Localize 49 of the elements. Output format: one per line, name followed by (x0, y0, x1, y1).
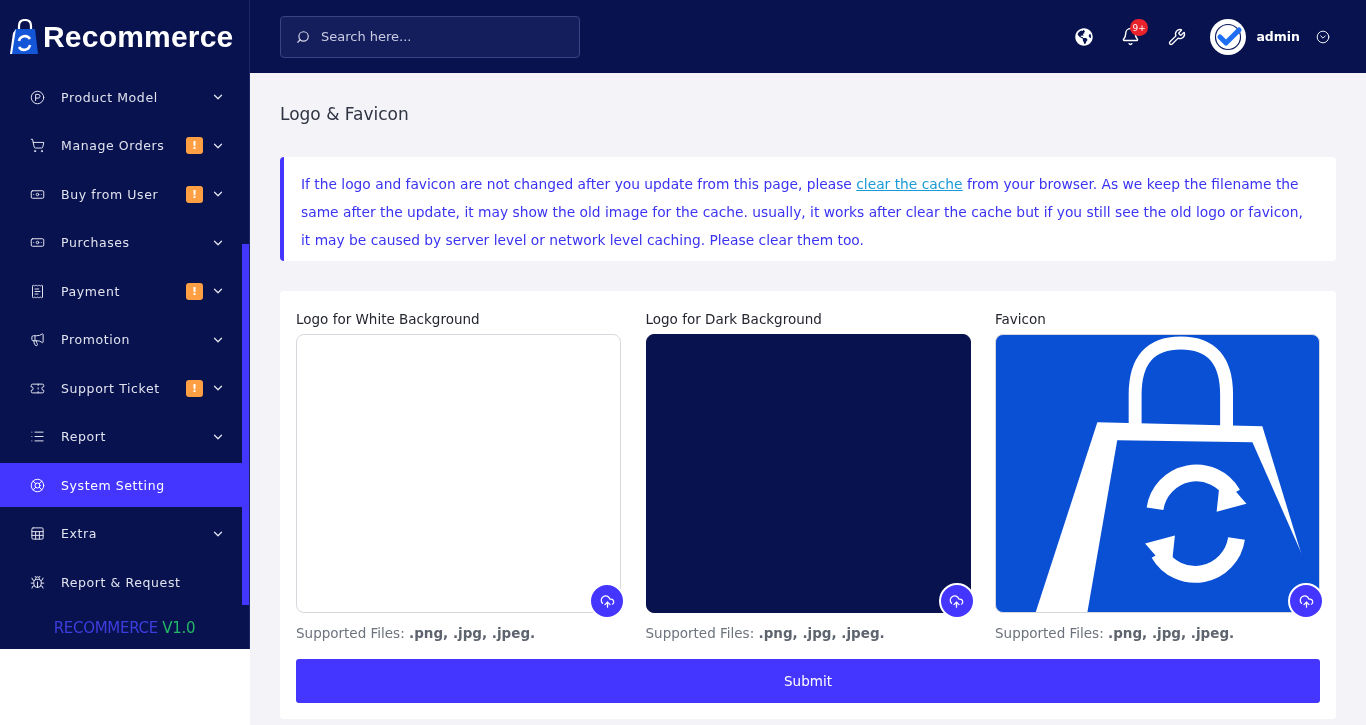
sidebar-item[interactable]: Product Model (0, 75, 242, 119)
parking-sign-icon (30, 89, 45, 105)
wrench-icon[interactable] (1168, 27, 1187, 46)
sidebar-item[interactable]: Buy from User ! (0, 172, 242, 216)
sidebar-item[interactable]: Purchases (0, 220, 242, 265)
file-hint: Supported Files: .png, .jpg, .jpeg. (296, 624, 537, 642)
alert-badge: ! (186, 185, 203, 203)
sidebar-item[interactable]: System Setting (0, 463, 242, 507)
cloud-upload-icon (949, 593, 964, 609)
field-label: Logo for White Background (296, 310, 481, 328)
sidebar-item[interactable]: Manage Orders ! (0, 123, 242, 168)
submit-button[interactable]: Submit (296, 659, 1320, 703)
lifebuoy-icon (30, 477, 45, 493)
brand-name: Recommerce (43, 19, 234, 54)
alert-badge: ! (186, 282, 203, 300)
sidebar-item[interactable]: Extra (0, 511, 242, 556)
search-icon (296, 29, 310, 44)
table-icon (30, 526, 45, 541)
cloud-upload-icon (599, 593, 615, 609)
shopping-bag-icon (9, 18, 39, 55)
bug-icon (30, 574, 45, 590)
globe-icon[interactable] (1075, 27, 1094, 46)
notice-text: If the logo and favicon are not changed after you update from this page, please clear the cache from your browser. As we keep the filename the same after the update, it may show the old image for the cache. usually, it works after clear the cache but if you still see the old logo or favicon, it may be caused by server level or network level caching. Please clear them too. (301, 175, 1304, 250)
ticket-icon (30, 380, 45, 396)
search-field[interactable]: Search here... (280, 15, 580, 58)
receipt-icon (30, 283, 45, 299)
banknote-icon (30, 235, 45, 250)
sidebar-item[interactable]: Support Ticket ! (0, 366, 242, 410)
file-hint: Supported Files: .png, .jpg, .jpeg. (645, 624, 886, 642)
scrollbar-thumb[interactable] (242, 244, 249, 605)
user-name[interactable]: admin (1256, 29, 1300, 44)
sidebar-item[interactable]: Promotion (0, 317, 242, 362)
check-circle-icon[interactable] (1210, 18, 1247, 55)
field-label: Logo for Dark Background (645, 310, 823, 328)
sidebar-item[interactable]: Payment ! (0, 269, 242, 313)
list-icon (30, 429, 45, 444)
chevron-down-circle-icon[interactable] (1316, 29, 1330, 44)
alert-badge: ! (186, 379, 203, 397)
cart-icon (30, 138, 45, 153)
sidebar-item[interactable]: Report (0, 414, 242, 459)
sidebar-item[interactable]: Report & Request (0, 560, 242, 604)
notification-badge: 9+ (1130, 19, 1148, 36)
cloud-upload-icon (1298, 593, 1314, 609)
alert-badge: ! (186, 137, 203, 154)
page-title: Logo & Favicon (280, 103, 410, 126)
file-hint: Supported Files: .png, .jpg, .jpeg. (995, 624, 1236, 642)
app-version: RECOMMERCE V1.0 (53, 618, 196, 637)
megaphone-icon (30, 332, 45, 347)
field-label: Favicon (995, 310, 1047, 328)
